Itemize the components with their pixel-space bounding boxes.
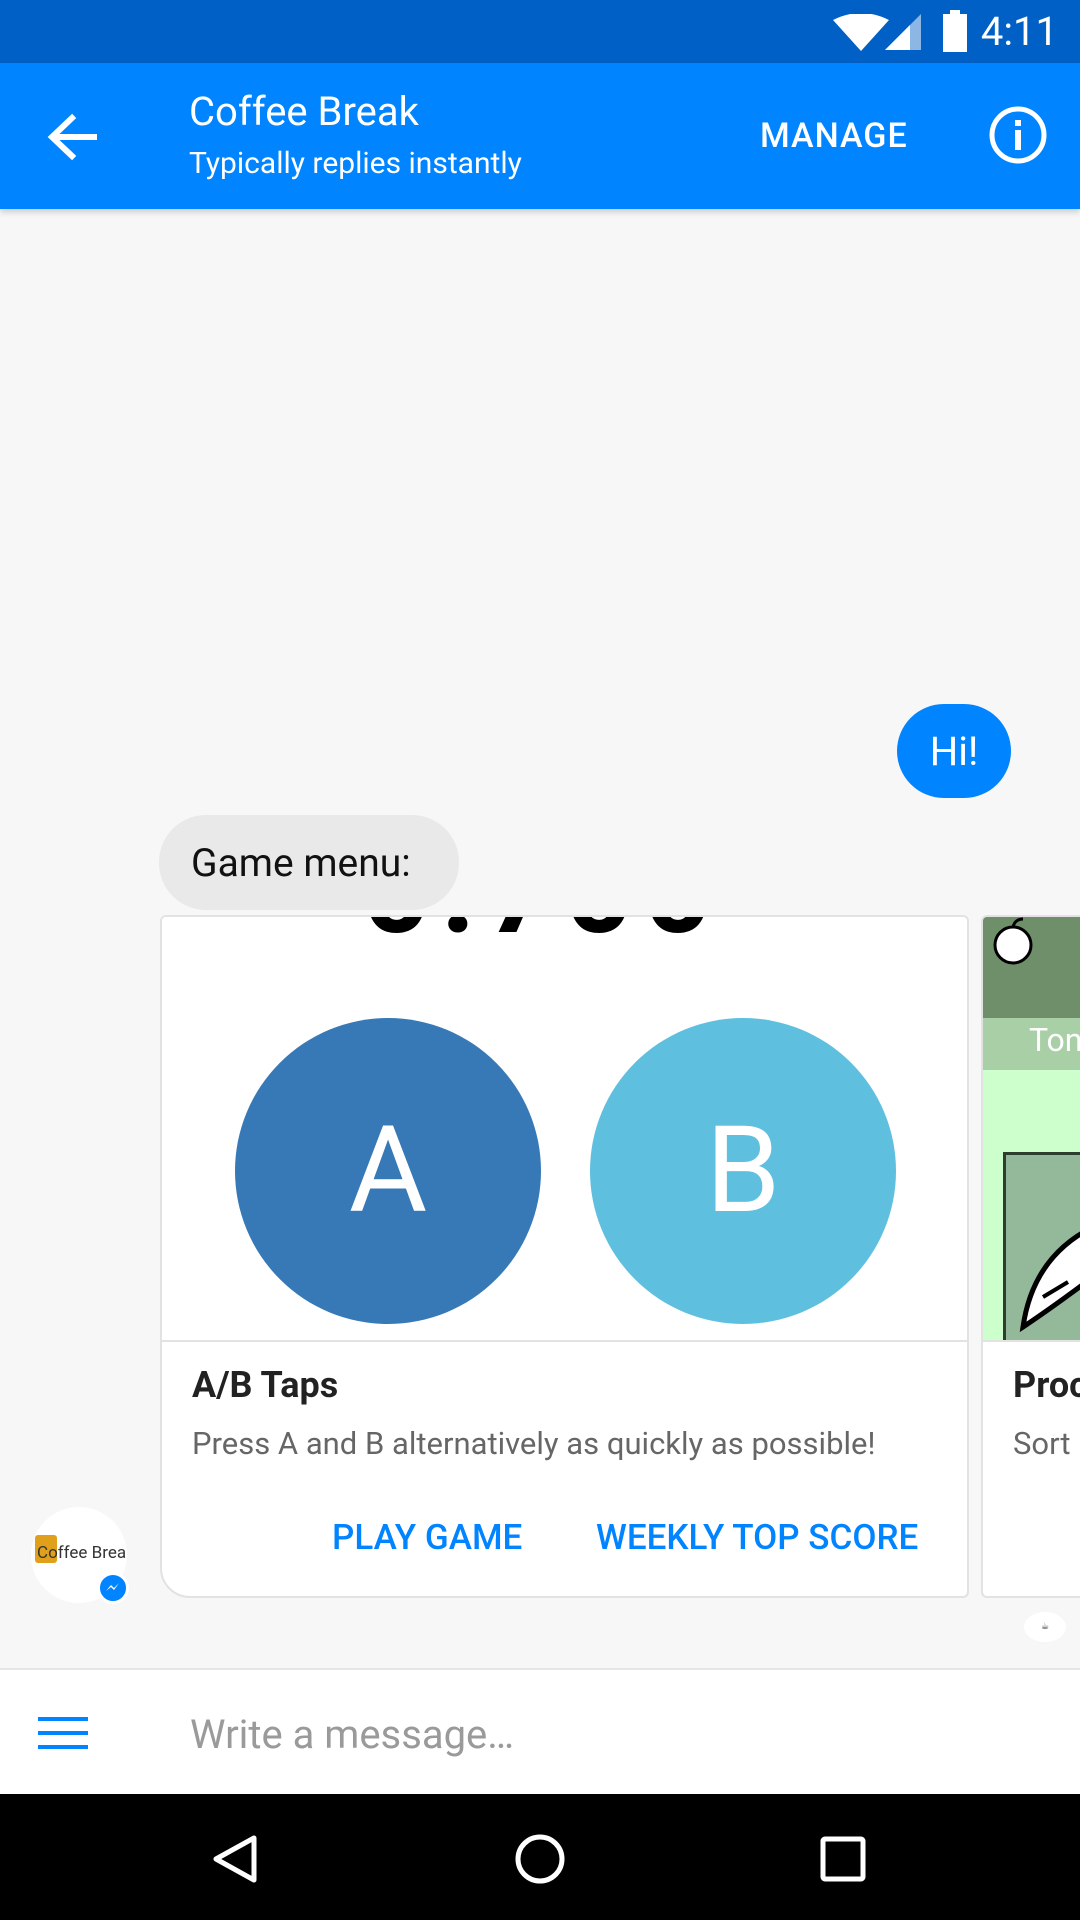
bomb-icon (993, 917, 1033, 965)
wifi-icon (833, 14, 889, 51)
messenger-badge-icon (97, 1572, 129, 1604)
battery-icon (943, 10, 967, 52)
app-bar: Coffee Break Typically replies instantly… (0, 63, 1080, 209)
status-bar: 4:11 (0, 0, 1080, 63)
card-title: A/B Taps (192, 1364, 339, 1406)
received-message-bubble[interactable]: Game menu: (159, 815, 459, 910)
card-description: Sort (1013, 1425, 1071, 1462)
game-card-next[interactable]: Ton Proc Sort (981, 915, 1080, 1598)
message-composer (0, 1668, 1080, 1796)
card-description: Press A and B alternatively as quickly a… (192, 1425, 876, 1462)
arrow-back-icon[interactable] (40, 104, 106, 170)
game-card-image: 0.700 A B (162, 917, 967, 1342)
a-circle: A (235, 1018, 541, 1324)
weekly-top-score-button[interactable]: WEEKLY TOP SCORE (596, 1517, 918, 1558)
b-circle: B (590, 1018, 896, 1324)
sent-message-bubble[interactable]: Hi! (897, 704, 1011, 798)
hamburger-menu-icon[interactable] (38, 1715, 88, 1751)
status-time: 4:11 (980, 8, 1058, 55)
conversation-subtitle: Typically replies instantly (189, 146, 522, 181)
home-nav-icon[interactable] (514, 1833, 566, 1885)
carrot-icon (1019, 1231, 1080, 1333)
conversation-title: Coffee Break (189, 88, 419, 135)
card-title: Proc (1013, 1364, 1080, 1406)
game-card-image: Ton (983, 917, 1080, 1342)
card-image-band-text: Ton (1029, 1021, 1080, 1059)
navigation-bar (0, 1794, 1080, 1920)
timer-text: 0.700 (362, 917, 722, 962)
read-receipt-avatar: ☕ (1024, 1612, 1066, 1642)
message-input[interactable] (188, 1696, 1052, 1772)
manage-button[interactable]: MANAGE (760, 111, 908, 161)
game-card-ab-taps[interactable]: 0.700 A B A/B Taps Press A and B alterna… (160, 915, 969, 1598)
info-icon[interactable] (986, 103, 1050, 167)
play-game-button[interactable]: PLAY GAME (332, 1517, 522, 1558)
avatar-label: Coffee Break (37, 1543, 127, 1563)
recents-nav-icon[interactable] (820, 1836, 866, 1882)
back-nav-icon[interactable] (212, 1834, 258, 1884)
signal-icon (885, 14, 921, 50)
